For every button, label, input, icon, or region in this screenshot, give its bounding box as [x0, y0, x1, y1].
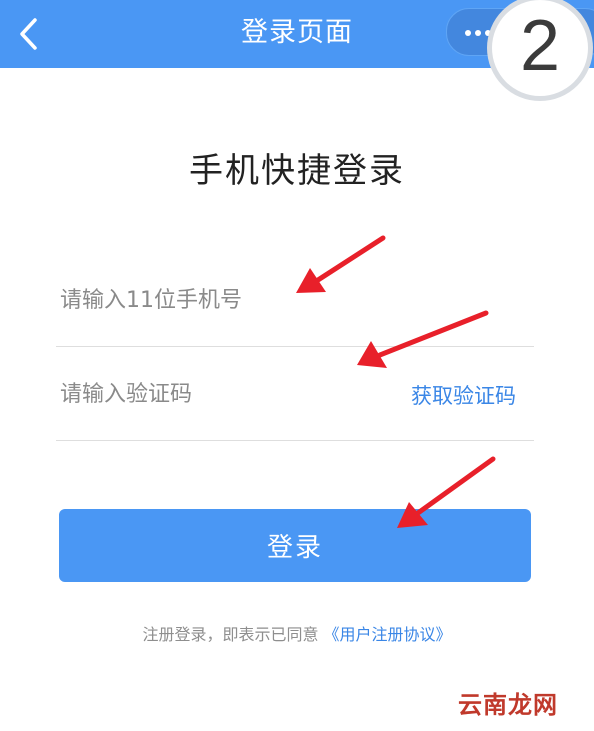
step-number-badge: 2 [492, 0, 588, 96]
chevron-left-icon [20, 18, 37, 50]
back-button[interactable] [6, 10, 50, 58]
phone-field-row [56, 252, 534, 347]
code-field-row: 获取验证码 [56, 346, 534, 441]
phone-input[interactable] [60, 280, 380, 320]
user-agreement-link[interactable]: 《用户注册协议》 [324, 625, 452, 644]
verification-code-input[interactable] [60, 374, 380, 414]
agreement-notice: 注册登录，即表示已同意 《用户注册协议》 [0, 621, 594, 645]
agreement-text: 注册登录，即表示已同意 [142, 625, 319, 644]
get-code-button[interactable]: 获取验证码 [411, 380, 516, 410]
login-button[interactable]: 登录 [59, 509, 531, 582]
site-watermark: 云南龙网 [458, 691, 558, 719]
login-heading: 手机快捷登录 [189, 151, 405, 191]
